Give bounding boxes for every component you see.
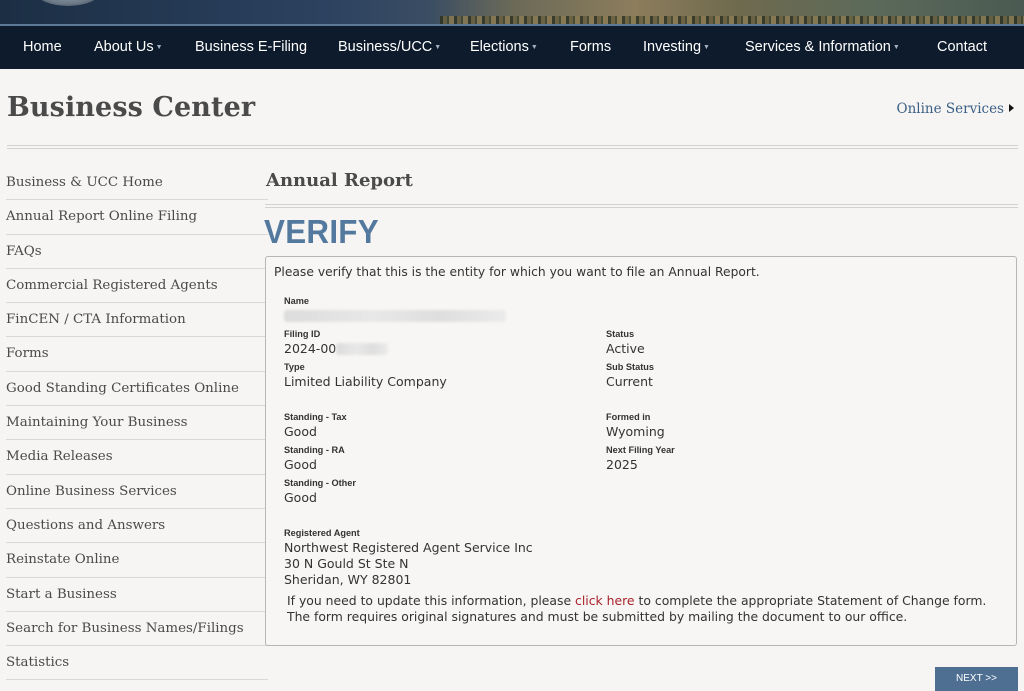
sidebar-item-annual-report-online-filing[interactable]: Annual Report Online Filing bbox=[6, 200, 268, 235]
page-title: Business Center bbox=[7, 92, 256, 123]
registered-agent-name: Northwest Registered Agent Service Inc bbox=[284, 540, 533, 555]
sidebar-item-fincen-cta[interactable]: FinCEN / CTA Information bbox=[6, 303, 268, 338]
sub-status-label: Sub Status bbox=[606, 362, 654, 372]
chevron-down-icon: ▼ bbox=[434, 44, 442, 51]
update-note-text: to complete the appropriate Statement of… bbox=[634, 593, 987, 608]
update-note-line2: The form requires original signatures an… bbox=[287, 609, 908, 624]
entity-verify-panel: Please verify that this is the entity fo… bbox=[265, 256, 1017, 646]
sidebar-item-start-a-business[interactable]: Start a Business bbox=[6, 578, 268, 612]
verify-heading: VERIFY bbox=[264, 213, 379, 250]
online-services-label: Online Services bbox=[896, 101, 1005, 117]
nav-item-elections[interactable]: Elections ▼ bbox=[470, 26, 538, 69]
nav-item-forms[interactable]: Forms bbox=[570, 26, 611, 69]
filing-id-value: 2024-00 bbox=[284, 341, 337, 356]
next-filing-year-label: Next Filing Year bbox=[606, 445, 675, 455]
nav-item-label: Business E-Filing bbox=[195, 39, 308, 55]
section-title: Annual Report bbox=[266, 170, 413, 191]
chevron-down-icon: ▼ bbox=[892, 44, 900, 51]
sidebar-item-search-business-names[interactable]: Search for Business Names/Filings bbox=[6, 612, 268, 647]
nav-item-investing[interactable]: Investing ▼ bbox=[643, 26, 710, 69]
type-value: Limited Liability Company bbox=[284, 374, 447, 389]
sidebar-item-media-releases[interactable]: Media Releases bbox=[6, 440, 268, 475]
main-navigation: Home About Us ▼ Business E-Filing Busines… bbox=[0, 24, 1024, 69]
header-banner-image bbox=[0, 0, 1024, 24]
chevron-down-icon: ▼ bbox=[530, 44, 538, 51]
status-value: Active bbox=[606, 341, 645, 356]
sidebar-nav: Business & UCC Home Annual Report Online… bbox=[6, 166, 268, 681]
click-here-link[interactable]: click here bbox=[575, 593, 635, 608]
chevron-down-icon: ▼ bbox=[155, 44, 163, 51]
nav-item-label: Services & Information bbox=[745, 39, 891, 55]
nav-item-home[interactable]: Home bbox=[23, 26, 62, 69]
next-button[interactable]: NEXT >> bbox=[935, 667, 1018, 691]
nav-item-label: Elections bbox=[470, 39, 529, 55]
sub-status-value: Current bbox=[606, 374, 653, 389]
registered-agent-label: Registered Agent bbox=[284, 528, 360, 538]
verify-intro-text: Please verify that this is the entity fo… bbox=[274, 265, 760, 279]
nav-item-business-e-filing[interactable]: Business E-Filing bbox=[195, 26, 307, 69]
section-divider bbox=[265, 204, 1018, 208]
next-filing-year-value: 2025 bbox=[606, 457, 638, 472]
status-label: Status bbox=[606, 329, 635, 339]
filing-id-redacted bbox=[336, 343, 388, 355]
type-label: Type bbox=[284, 362, 305, 372]
sidebar-item-maintaining-your-business[interactable]: Maintaining Your Business bbox=[6, 406, 268, 441]
standing-other-value: Good bbox=[284, 490, 317, 505]
arrow-right-icon bbox=[1009, 104, 1014, 112]
sidebar-item-business-ucc-home[interactable]: Business & UCC Home bbox=[6, 166, 268, 201]
nav-item-label: Business/UCC bbox=[338, 39, 433, 55]
registered-agent-address-line2: Sheridan, WY 82801 bbox=[284, 572, 412, 587]
nav-item-business-ucc[interactable]: Business/UCC ▼ bbox=[338, 26, 441, 69]
standing-ra-label: Standing - RA bbox=[284, 445, 345, 455]
nav-item-about-us[interactable]: About Us ▼ bbox=[94, 26, 163, 69]
sidebar-item-online-business-services[interactable]: Online Business Services bbox=[6, 475, 268, 509]
nav-item-label: Contact bbox=[937, 39, 987, 55]
filing-id-label: Filing ID bbox=[284, 329, 321, 339]
standing-tax-label: Standing - Tax bbox=[284, 412, 347, 422]
nav-item-label: About Us bbox=[94, 39, 154, 55]
chevron-down-icon: ▼ bbox=[703, 44, 710, 51]
state-seal-logo[interactable] bbox=[36, 0, 100, 6]
sidebar-item-statistics[interactable]: Statistics bbox=[6, 646, 268, 681]
sidebar-item-forms[interactable]: Forms bbox=[6, 337, 268, 372]
nav-item-services-information[interactable]: Services & Information ▼ bbox=[745, 26, 900, 69]
nav-item-contact[interactable]: Contact bbox=[937, 26, 987, 69]
update-note-line1: If you need to update this information, … bbox=[287, 593, 1007, 609]
sidebar-item-reinstate-online[interactable]: Reinstate Online bbox=[6, 543, 268, 578]
standing-other-label: Standing - Other bbox=[284, 478, 356, 488]
formed-in-label: Formed in bbox=[606, 412, 651, 422]
name-label: Name bbox=[284, 296, 310, 306]
header-divider bbox=[7, 145, 1018, 149]
sidebar-item-questions-and-answers[interactable]: Questions and Answers bbox=[6, 509, 268, 544]
nav-item-label: Forms bbox=[570, 39, 612, 55]
name-value-redacted bbox=[284, 310, 506, 322]
registered-agent-address-line1: 30 N Gould St Ste N bbox=[284, 556, 409, 571]
sidebar-item-commercial-registered-agents[interactable]: Commercial Registered Agents bbox=[6, 269, 268, 304]
sidebar-item-good-standing-certificates[interactable]: Good Standing Certificates Online bbox=[6, 372, 268, 407]
nav-item-label: Home bbox=[23, 39, 62, 55]
update-note-text: If you need to update this information, … bbox=[287, 593, 576, 608]
sidebar-item-faqs[interactable]: FAQs bbox=[6, 235, 268, 269]
standing-ra-value: Good bbox=[284, 457, 317, 472]
standing-tax-value: Good bbox=[284, 424, 317, 439]
update-info-note: If you need to update this information, … bbox=[287, 593, 1007, 625]
nav-item-label: Investing bbox=[643, 39, 702, 55]
online-services-link[interactable]: Online Services bbox=[896, 101, 1014, 117]
landscape-image bbox=[440, 16, 1024, 24]
formed-in-value: Wyoming bbox=[606, 424, 665, 439]
